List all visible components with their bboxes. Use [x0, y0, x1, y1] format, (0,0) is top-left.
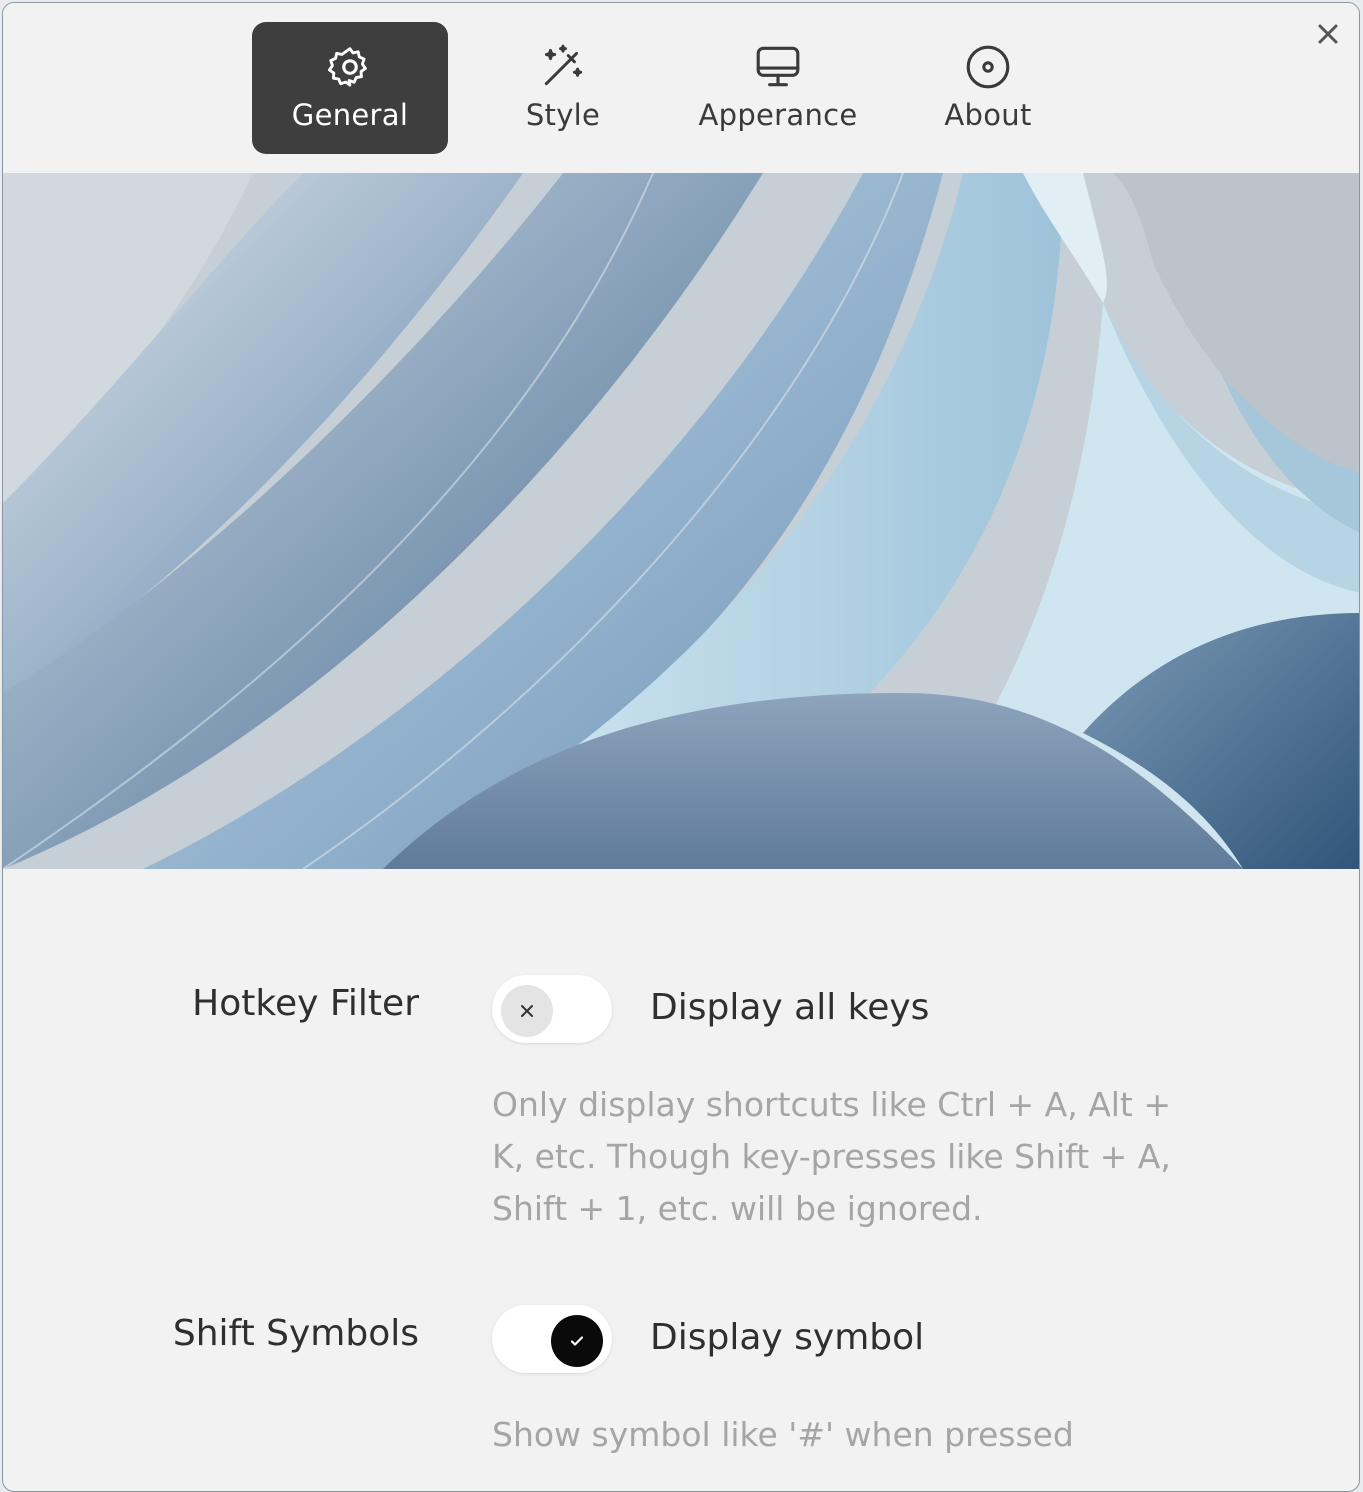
tab-label: Style [525, 98, 601, 132]
tab-bar: General Style Apperance About [3, 3, 1359, 173]
tab-label: General [291, 98, 409, 132]
hotkey-filter-toggle-text: Display all keys [650, 987, 930, 1028]
hotkey-filter-label: Hotkey Filter [192, 983, 419, 1024]
shift-symbols-toggle-text: Display symbol [650, 1317, 925, 1358]
tab-label: About [944, 98, 1032, 132]
tab-general[interactable]: General [252, 22, 448, 154]
tab-label: Apperance [698, 98, 858, 132]
settings-window: General Style Apperance About Hotkey Fil… [2, 2, 1360, 1492]
settings-panel: Hotkey Filter Display all keys Only disp… [3, 869, 1359, 1489]
close-button[interactable] [1311, 17, 1345, 51]
shift-symbols-description: Show symbol like '#' when pressed [492, 1415, 1074, 1454]
x-icon [521, 1005, 533, 1017]
toggle-knob [551, 1315, 603, 1367]
hotkey-filter-toggle[interactable] [492, 975, 612, 1043]
tab-about[interactable]: About [923, 22, 1053, 154]
gear-icon [325, 42, 375, 92]
hotkey-filter-description: Only display shortcuts like Ctrl + A, Al… [492, 1085, 1172, 1228]
check-icon [570, 1336, 584, 1346]
magic-wand-icon [538, 42, 588, 92]
close-icon [1318, 24, 1338, 44]
toggle-knob [501, 985, 553, 1037]
shift-symbols-toggle[interactable] [492, 1305, 612, 1373]
monitor-icon [753, 42, 803, 92]
wallpaper-preview [3, 173, 1359, 869]
tab-appearance[interactable]: Apperance [683, 22, 873, 154]
shift-symbols-label: Shift Symbols [172, 1313, 419, 1354]
tab-style[interactable]: Style [493, 22, 633, 154]
disc-icon [963, 42, 1013, 92]
